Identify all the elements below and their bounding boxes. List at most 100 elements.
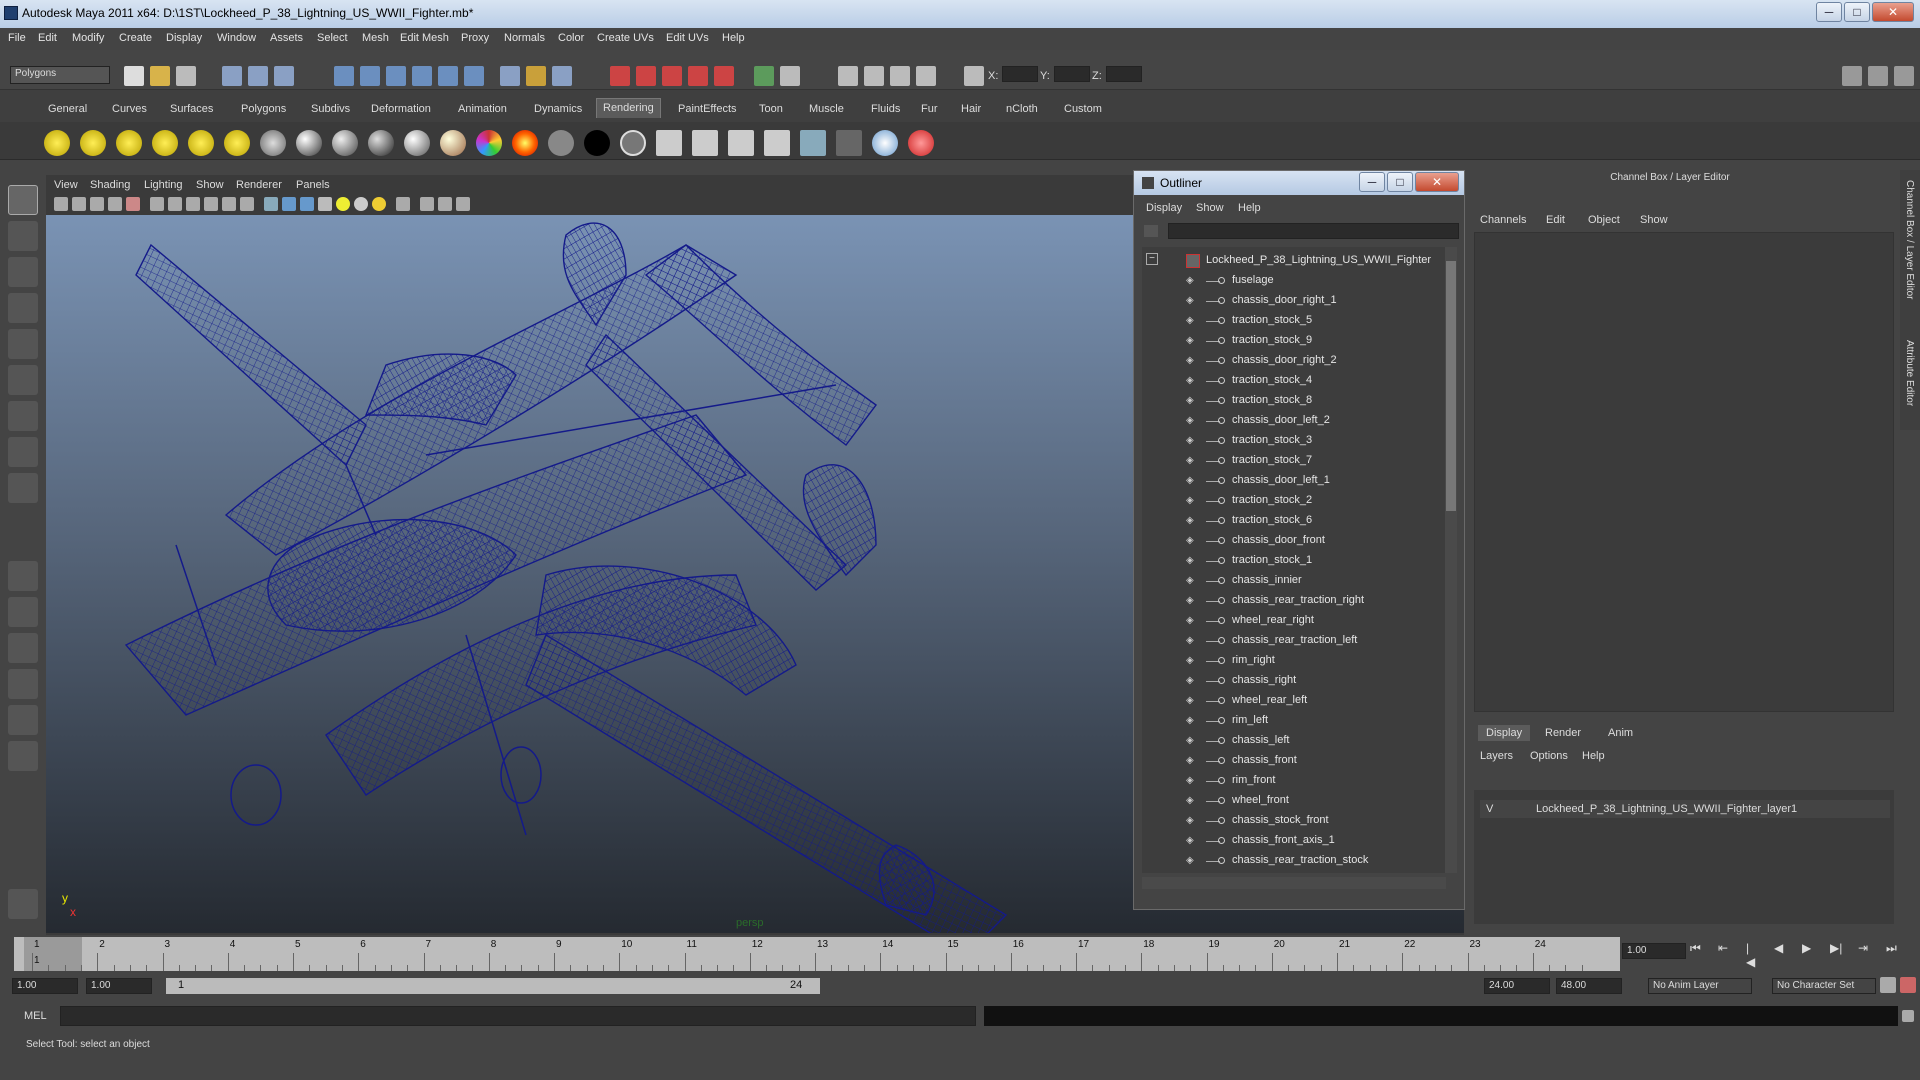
outliner-menu-help[interactable]: Help — [1238, 202, 1261, 214]
hypershade-shelf-icon[interactable] — [872, 130, 898, 156]
step-forward-frame-icon[interactable]: ▶| — [1830, 941, 1842, 955]
outliner-item[interactable]: ◈ chassis_rear_traction_left — [1142, 631, 1442, 651]
shelf-tab-ncloth[interactable]: nCloth — [1000, 100, 1044, 118]
outliner-item[interactable]: ◈ traction_stock_1 — [1142, 551, 1442, 571]
shelf-tab-fluids[interactable]: Fluids — [865, 100, 906, 118]
xray-icon[interactable] — [420, 197, 434, 211]
volume-light-icon[interactable] — [188, 130, 214, 156]
outliner-maximize-button[interactable]: □ — [1387, 172, 1413, 192]
channel-box-menu-show[interactable]: Show — [1640, 214, 1668, 226]
show-hide-tool-settings-icon[interactable] — [1868, 66, 1888, 86]
outliner-item[interactable]: ◈ chassis_stock_front — [1142, 811, 1442, 831]
filter-icon[interactable] — [916, 66, 936, 86]
outliner-search-input[interactable] — [1168, 223, 1459, 239]
menu-display[interactable]: Display — [166, 32, 202, 44]
step-back-key-icon[interactable]: ⇤ — [1718, 941, 1728, 955]
spot-light-icon[interactable] — [116, 130, 142, 156]
lambert-sphere-icon[interactable] — [296, 130, 322, 156]
construction-history-icon[interactable] — [526, 66, 546, 86]
menu-modify[interactable]: Modify — [72, 32, 104, 44]
layer-visibility-toggle[interactable]: V — [1486, 803, 1493, 815]
expand-collapse-icon[interactable]: − — [1146, 253, 1158, 265]
outliner-scroll-thumb[interactable] — [1446, 261, 1456, 511]
minimize-button[interactable]: ─ — [1816, 2, 1842, 22]
script-editor-layout-icon[interactable] — [8, 741, 38, 771]
viewport-menu-view[interactable]: View — [54, 179, 78, 191]
outliner-item[interactable]: ◈ rim_front — [1142, 771, 1442, 791]
side-tab-channel-box[interactable]: Channel Box / Layer Editor — [1904, 180, 1915, 300]
script-editor-icon[interactable] — [1902, 1010, 1914, 1022]
snap-plane-icon[interactable] — [412, 66, 432, 86]
shelf-tab-custom[interactable]: Custom — [1058, 100, 1108, 118]
shelf-tab-hair[interactable]: Hair — [955, 100, 987, 118]
ipr-render-icon[interactable] — [636, 66, 656, 86]
step-back-frame-icon[interactable]: |◀ — [1746, 941, 1755, 969]
outliner-filter-icon[interactable] — [1144, 225, 1158, 237]
channel-box-attributes-area[interactable] — [1474, 232, 1894, 712]
play-backwards-icon[interactable]: ◀ — [1774, 941, 1783, 955]
viewport-menu-shading[interactable]: Shading — [90, 179, 130, 191]
four-view-layout-icon[interactable] — [8, 597, 38, 627]
animation-end-field[interactable]: 48.00 — [1556, 978, 1622, 994]
shelf-tab-surfaces[interactable]: Surfaces — [164, 100, 219, 118]
use-default-light-icon[interactable] — [336, 197, 350, 211]
use-background-icon[interactable] — [584, 130, 610, 156]
select-component-icon[interactable] — [274, 66, 294, 86]
outliner-horizontal-scrollbar[interactable] — [1142, 877, 1446, 889]
menu-edit-mesh[interactable]: Edit Mesh — [400, 32, 449, 44]
2d-pan-zoom-icon[interactable] — [126, 197, 140, 211]
snap-curve-icon[interactable] — [360, 66, 380, 86]
shading-map-icon[interactable] — [620, 130, 646, 156]
outliner-item[interactable]: ◈ wheel_rear_left — [1142, 691, 1442, 711]
shelf-tab-polygons[interactable]: Polygons — [235, 100, 292, 118]
xray-joints-icon[interactable] — [438, 197, 452, 211]
show-hide-channel-box-icon[interactable] — [1894, 66, 1914, 86]
animation-start-field[interactable]: 1.00 — [12, 978, 78, 994]
outliner-item[interactable]: ◈ traction_stock_3 — [1142, 431, 1442, 451]
shelf-tab-general[interactable]: General — [42, 100, 93, 118]
playback-end-field[interactable]: 24.00 — [1484, 978, 1550, 994]
menu-help[interactable]: Help — [722, 32, 745, 44]
lock-icon[interactable] — [890, 66, 910, 86]
scale-tool-icon[interactable] — [8, 365, 38, 395]
outliner-item[interactable]: ◈ chassis_rear_traction_right — [1142, 591, 1442, 611]
render-settings-shelf-icon[interactable] — [800, 130, 826, 156]
point-light-icon[interactable] — [44, 130, 70, 156]
select-camera-icon[interactable] — [54, 197, 68, 211]
outliner-item[interactable]: ◈ chassis_door_left_1 — [1142, 471, 1442, 491]
directional-light-icon[interactable] — [80, 130, 106, 156]
outliner-item[interactable]: ◈ traction_stock_7 — [1142, 451, 1442, 471]
history-icon[interactable] — [500, 66, 520, 86]
outliner-minimize-button[interactable]: ─ — [1359, 172, 1385, 192]
textured-icon[interactable] — [318, 197, 332, 211]
shelf-tab-curves[interactable]: Curves — [106, 100, 153, 118]
playback-start-field[interactable]: 1.00 — [86, 978, 152, 994]
auto-key-icon[interactable] — [1880, 977, 1896, 993]
outliner-vertical-scrollbar[interactable] — [1445, 247, 1457, 873]
outliner-item[interactable]: ◈ chassis_door_left_2 — [1142, 411, 1442, 431]
batch-render-icon[interactable] — [692, 130, 718, 156]
graph-icon[interactable] — [864, 66, 884, 86]
layout-icon[interactable] — [780, 66, 800, 86]
y-field[interactable] — [1054, 66, 1090, 82]
surface-shader-icon[interactable] — [548, 130, 574, 156]
maximize-button[interactable]: □ — [1844, 2, 1870, 22]
rotate-tool-icon[interactable] — [8, 329, 38, 359]
mel-label[interactable]: MEL — [24, 1010, 47, 1022]
channel-box-menu-channels[interactable]: Channels — [1480, 214, 1526, 226]
camera-attributes-icon[interactable] — [72, 197, 86, 211]
render-region-icon[interactable] — [764, 130, 790, 156]
ipr-icon[interactable] — [728, 130, 754, 156]
input-output-icon[interactable] — [552, 66, 572, 86]
ambient-light-icon[interactable] — [224, 130, 250, 156]
shelf-tab-muscle[interactable]: Muscle — [803, 100, 850, 118]
menu-edit[interactable]: Edit — [38, 32, 57, 44]
layer-menu-layers[interactable]: Layers — [1480, 750, 1513, 762]
save-scene-icon[interactable] — [176, 66, 196, 86]
outliner-item[interactable]: ◈ chassis_front_axis_1 — [1142, 831, 1442, 851]
viewport-menu-renderer[interactable]: Renderer — [236, 179, 282, 191]
time-slider-track[interactable]: 1 1 2 3 4 5 6 7 8 9 10 11 12 13 14 15 16 17 18 19 20 21 22 23 24 — [14, 937, 1620, 971]
outliner-item[interactable]: ◈ wheel_rear_right — [1142, 611, 1442, 631]
snap-view-icon[interactable] — [464, 66, 484, 86]
current-frame-field[interactable]: 1.00 — [1622, 943, 1686, 959]
